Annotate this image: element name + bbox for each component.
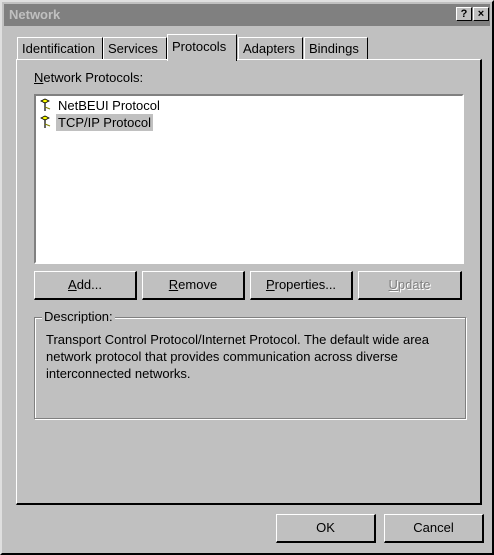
- tab-bindings[interactable]: Bindings: [304, 37, 368, 59]
- tab-identification[interactable]: Identification: [17, 37, 103, 59]
- list-item-label: NetBEUI Protocol: [58, 98, 160, 113]
- list-item-label: TCP/IP Protocol: [56, 114, 153, 131]
- close-button[interactable]: ×: [473, 7, 489, 21]
- window-title: Network: [9, 7, 61, 22]
- network-dialog: Network ? × Identification Services Prot…: [0, 0, 494, 555]
- ok-button[interactable]: OK: [276, 514, 376, 543]
- network-protocol-icon: [40, 98, 51, 111]
- help-button[interactable]: ?: [456, 7, 472, 21]
- tab-label: Adapters: [243, 41, 296, 56]
- protocols-listbox[interactable]: NetBEUI Protocol TCP/IP Protocol: [34, 94, 464, 264]
- description-text: Transport Control Protocol/Internet Prot…: [46, 332, 429, 381]
- tab-adapters[interactable]: Adapters: [238, 37, 303, 59]
- cancel-button[interactable]: Cancel: [384, 514, 484, 543]
- tab-label: Protocols: [172, 39, 227, 54]
- network-protocols-label: Network Protocols:: [34, 70, 144, 85]
- tab-protocols[interactable]: Protocols: [167, 34, 237, 61]
- tab-label: Bindings: [309, 41, 359, 56]
- description-label: Description:: [42, 309, 115, 324]
- title-bar[interactable]: Network ? ×: [4, 4, 490, 26]
- tab-label: Identification: [22, 41, 95, 56]
- network-protocol-icon: [40, 115, 51, 128]
- tab-services[interactable]: Services: [103, 37, 167, 59]
- remove-button[interactable]: Remove: [142, 271, 245, 300]
- properties-button[interactable]: Properties...: [250, 271, 353, 300]
- update-button[interactable]: Update: [358, 271, 462, 300]
- add-button[interactable]: Add...: [34, 271, 137, 300]
- tab-label: Services: [108, 41, 158, 56]
